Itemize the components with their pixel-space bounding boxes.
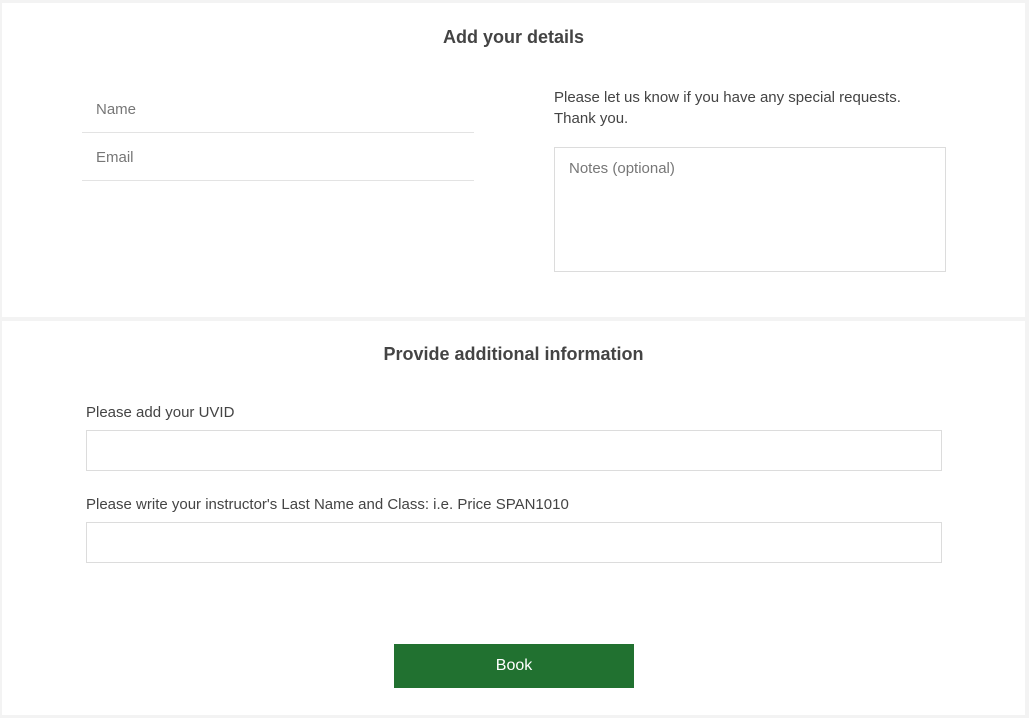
- additional-info-title: Provide additional information: [383, 344, 644, 364]
- instructor-label: Please write your instructor's Last Name…: [86, 496, 569, 513]
- special-requests-text: Please let us know if you have any speci…: [554, 87, 934, 129]
- name-field[interactable]: [82, 86, 474, 133]
- details-section: Add your details Please let us know if y…: [2, 3, 1025, 317]
- email-field[interactable]: [82, 134, 474, 181]
- booking-form-page: Add your details Please let us know if y…: [0, 0, 1029, 718]
- book-button[interactable]: Book: [394, 644, 634, 688]
- notes-textarea[interactable]: [554, 147, 946, 272]
- uvid-field[interactable]: [86, 430, 942, 471]
- thank-you-line: Thank you.: [554, 110, 629, 127]
- additional-info-section: Provide additional information Please ad…: [2, 321, 1025, 715]
- instructor-class-field[interactable]: [86, 522, 942, 563]
- special-requests-line: Please let us know if you have any speci…: [554, 89, 901, 106]
- details-section-title: Add your details: [442, 27, 585, 47]
- uvid-label: Please add your UVID: [86, 404, 235, 421]
